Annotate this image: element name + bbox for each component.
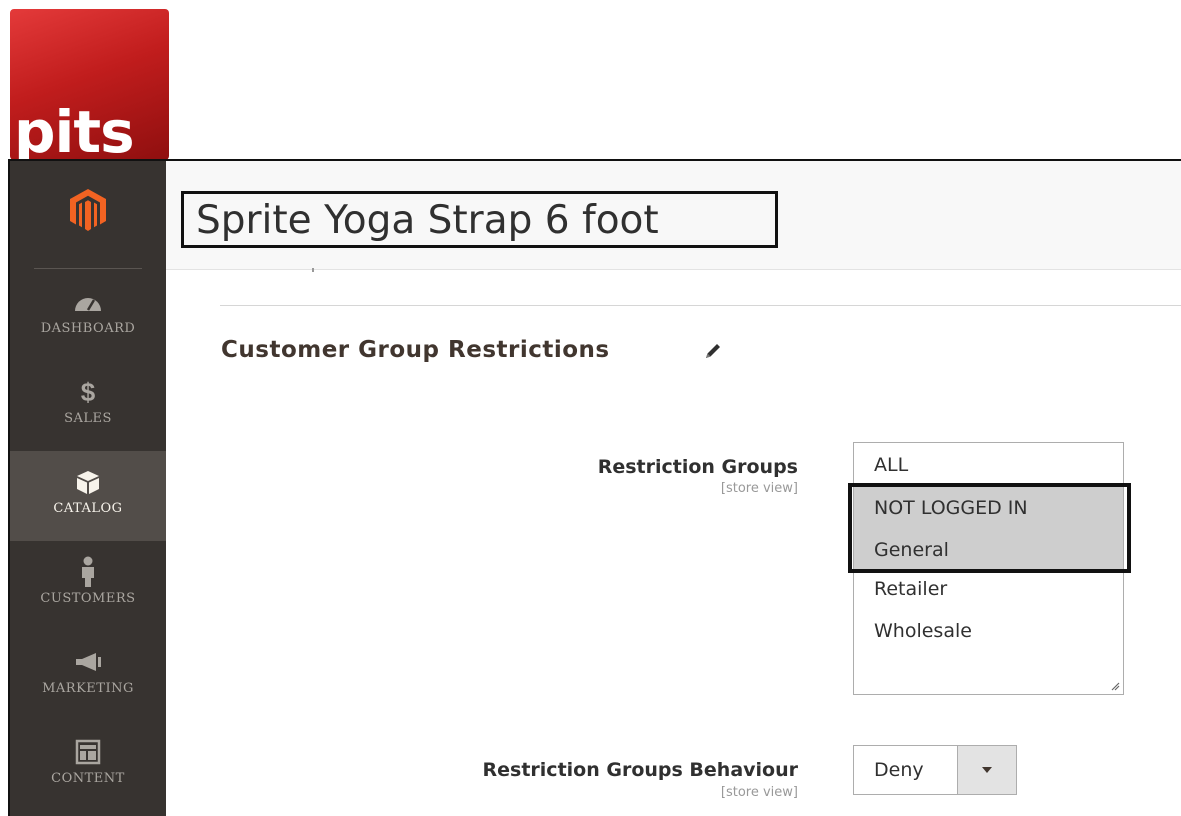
box-icon (10, 465, 166, 499)
sidebar-item-label: CATALOG (53, 501, 123, 516)
sidebar-item-customers[interactable]: CUSTOMERS (10, 541, 166, 631)
restriction-groups-multiselect[interactable]: ALL NOT LOGGED IN General Retailer Whole… (853, 442, 1124, 695)
sidebar-item-label: CONTENT (51, 771, 125, 786)
resize-handle-icon[interactable] (1110, 681, 1120, 691)
option-retailer[interactable]: Retailer (854, 568, 1123, 610)
sidebar-item-content[interactable]: CONTENT (10, 721, 166, 811)
title-highlight: Sprite Yoga Strap 6 foot (181, 191, 778, 248)
dollar-icon: $ (80, 376, 96, 407)
section-divider (220, 305, 1181, 306)
option-not-logged-in[interactable]: NOT LOGGED IN (854, 487, 1123, 529)
option-all[interactable]: ALL (854, 444, 1123, 486)
magento-brand[interactable] (10, 161, 166, 269)
megaphone-icon (10, 645, 166, 679)
option-wholesale[interactable]: Wholesale (854, 610, 1123, 652)
restriction-behaviour-scope: [store view] (720, 785, 798, 800)
restriction-behaviour-select[interactable]: Deny (853, 745, 1017, 795)
restriction-behaviour-label: Restriction Groups Behaviour (482, 759, 798, 781)
sidebar-item-label: DASHBOARD (40, 321, 136, 336)
sidebar-item-label: SALES (64, 411, 112, 426)
admin-sidebar: DASHBOARD $ SALES CATALOG CUSTOMERS MARK… (10, 161, 166, 816)
chevron-down-icon (982, 767, 992, 773)
sidebar-item-catalog[interactable]: CATALOG (10, 451, 166, 541)
sidebar-item-label: CUSTOMERS (40, 591, 136, 606)
dashboard-icon (10, 285, 166, 319)
sidebar-item-label: MARKETING (42, 681, 134, 696)
select-dropdown-button[interactable] (957, 746, 1016, 794)
page-title: Sprite Yoga Strap 6 foot (196, 198, 659, 243)
pits-logo: pits (10, 9, 169, 160)
restriction-groups-label: Restriction Groups (597, 456, 798, 478)
brand-divider (34, 268, 142, 269)
section-title: Customer Group Restrictions (221, 337, 610, 363)
sidebar-item-marketing[interactable]: MARKETING (10, 631, 166, 721)
select-value: Deny (874, 759, 924, 781)
header-mark (312, 268, 314, 272)
restriction-groups-scope: [store view] (720, 481, 798, 496)
layout-icon (10, 735, 166, 769)
magento-logo-icon (70, 189, 106, 231)
logo-text: pits (14, 98, 135, 160)
option-general[interactable]: General (854, 529, 1123, 571)
sidebar-item-sales[interactable]: $ SALES (10, 361, 166, 451)
person-icon (10, 555, 166, 589)
sidebar-item-dashboard[interactable]: DASHBOARD (10, 271, 166, 361)
pencil-icon[interactable] (702, 340, 724, 362)
